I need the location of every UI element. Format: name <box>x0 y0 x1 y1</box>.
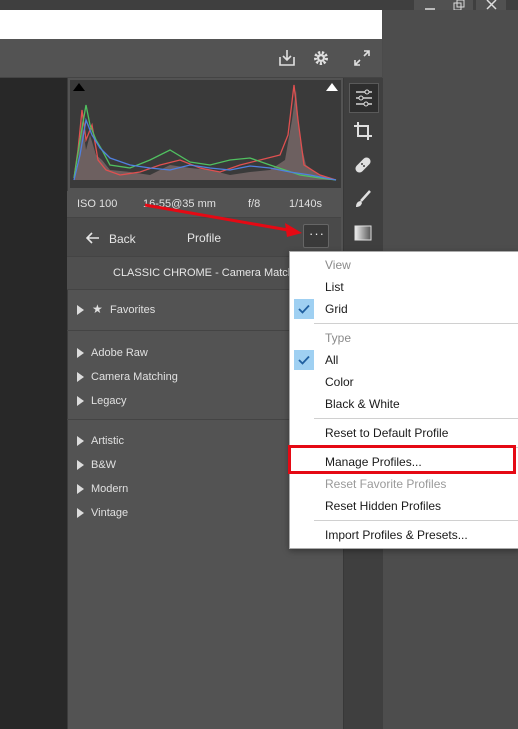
tool-edit[interactable] <box>349 83 379 113</box>
group-item-label: Modern <box>91 483 129 495</box>
annotation-highlight-box <box>288 445 516 474</box>
healing-icon <box>355 157 371 173</box>
current-profile-label: CLASSIC CHROME - Camera Matching <box>113 267 309 279</box>
aperture-value: f/8 <box>248 198 261 210</box>
more-icon: ··· <box>309 226 325 241</box>
back-arrow-icon[interactable] <box>86 232 100 244</box>
title-bar <box>0 10 382 39</box>
group-item-label: Artistic <box>91 435 124 447</box>
tool-healing[interactable] <box>349 151 377 179</box>
menu-separator <box>314 520 518 521</box>
histogram <box>70 80 341 188</box>
expand-triangle-icon <box>77 484 84 494</box>
shadow-clipping-icon[interactable] <box>72 82 86 92</box>
more-options-button[interactable]: ··· <box>303 224 329 248</box>
menu-separator <box>314 418 518 419</box>
tool-gradient[interactable] <box>349 219 377 247</box>
tool-crop[interactable] <box>349 117 377 145</box>
highlight-clipping-icon[interactable] <box>325 82 339 92</box>
menu-item-reset-hidden[interactable]: Reset Hidden Profiles <box>290 495 518 517</box>
menu-header-type: Type <box>325 331 352 345</box>
edit-sliders-icon <box>356 89 372 107</box>
menu-item-reset-default[interactable]: Reset to Default Profile <box>290 422 518 444</box>
group-item-label: Vintage <box>91 507 129 519</box>
shutter-value: 1/140s <box>289 198 323 210</box>
group-item-label: Favorites <box>110 304 156 316</box>
image-canvas[interactable] <box>0 78 67 729</box>
expand-triangle-icon <box>77 372 84 382</box>
expand-triangle-icon <box>77 508 84 518</box>
checkmark-icon <box>294 299 314 319</box>
expand-button[interactable] <box>352 48 372 68</box>
group-item-label: B&W <box>91 459 117 471</box>
menu-item-reset-favorites: Reset Favorite Profiles <box>325 477 447 491</box>
lens-value: 16-55@35 mm <box>143 198 216 210</box>
expand-triangle-icon <box>77 396 84 406</box>
group-item-label: Adobe Raw <box>91 347 148 359</box>
exif-info: ISO 100 16-55@35 mm f/8 1/140s <box>67 191 341 218</box>
group-item-label: Camera Matching <box>91 371 178 383</box>
menu-item-grid[interactable]: Grid <box>290 298 518 320</box>
star-icon: ★ <box>92 302 103 316</box>
menu-item-color[interactable]: Color <box>290 371 518 393</box>
expand-triangle-icon <box>77 436 84 446</box>
crop-icon <box>354 122 372 140</box>
profile-options-menu: View List Grid Type All Color Black & Wh… <box>289 251 518 549</box>
menu-item-import[interactable]: Import Profiles & Presets... <box>290 524 518 546</box>
menu-header-view: View <box>325 258 351 272</box>
checkmark-icon <box>294 350 314 370</box>
menu-item-list[interactable]: List <box>290 276 518 298</box>
iso-value: ISO 100 <box>77 198 118 210</box>
gear-icon <box>314 51 328 65</box>
settings-button[interactable] <box>311 48 331 68</box>
menu-item-all[interactable]: All <box>290 349 518 371</box>
export-icon <box>279 50 295 66</box>
menu-separator <box>314 323 518 324</box>
group-item-label: Legacy <box>91 395 127 407</box>
brush-icon <box>356 190 371 207</box>
expand-triangle-icon <box>77 305 84 315</box>
expand-icon <box>354 50 370 66</box>
menu-item-black-white[interactable]: Black & White <box>290 393 518 415</box>
tool-brush[interactable] <box>349 185 377 213</box>
export-button[interactable] <box>277 48 297 68</box>
expand-triangle-icon <box>77 460 84 470</box>
expand-triangle-icon <box>77 348 84 358</box>
gradient-icon <box>354 225 372 241</box>
panel-title: Profile <box>187 231 222 245</box>
back-button[interactable]: Back <box>109 232 136 246</box>
